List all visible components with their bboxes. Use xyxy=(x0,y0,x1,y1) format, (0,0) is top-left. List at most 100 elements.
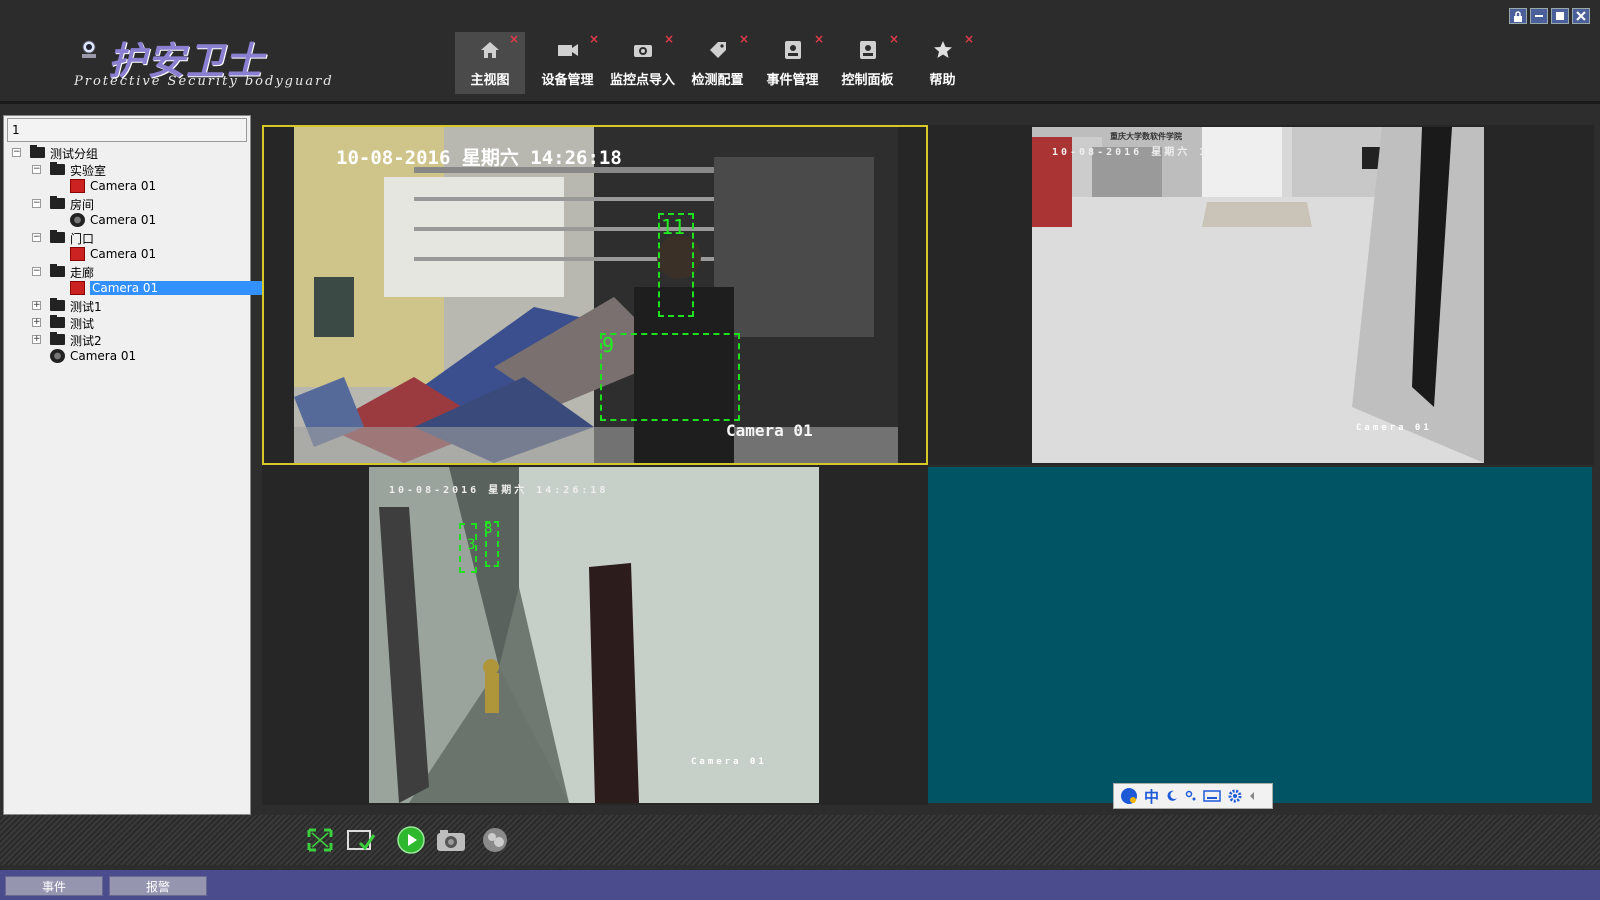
tree-camera-node[interactable]: Camera 01 xyxy=(4,280,270,297)
window-controls xyxy=(1509,8,1590,24)
tree-node-label: 测试 xyxy=(70,317,95,331)
detection-id: 3 xyxy=(467,537,476,553)
minimize-icon[interactable] xyxy=(1530,8,1548,24)
video-frame-balcony xyxy=(294,127,898,463)
keyboard-icon[interactable] xyxy=(1203,790,1221,802)
tool-main-view[interactable]: 主视图 × xyxy=(455,32,525,94)
tree-search-input[interactable] xyxy=(7,118,247,142)
folder-icon xyxy=(50,264,65,277)
tree-group-node[interactable]: + 测试1 xyxy=(4,297,250,314)
collapse-toggle-icon[interactable]: − xyxy=(32,233,41,242)
tool-help[interactable]: 帮助 × xyxy=(905,32,980,94)
tool-monitor-import[interactable]: 监控点导入 × xyxy=(605,32,680,94)
osd-timestamp: 10-08-2016 星期六 14:26:18 xyxy=(336,147,622,169)
tool-event-management[interactable]: 事件管理 × xyxy=(755,32,830,94)
tree-node-label: Camera 01 xyxy=(90,281,270,295)
tag-icon xyxy=(707,39,729,61)
tree-camera-node[interactable]: Camera 01 xyxy=(4,348,250,365)
collapse-toggle-icon[interactable]: − xyxy=(32,165,41,174)
scene-sign-text: 重庆大学数软件学院 xyxy=(1110,132,1182,141)
layout-check-icon[interactable] xyxy=(346,825,376,855)
settings-icon[interactable] xyxy=(1227,788,1243,804)
tree-group-node[interactable]: − 走廊 xyxy=(4,263,250,280)
folder-icon xyxy=(50,230,65,243)
video-feed-2: 10-08-2016 星期六 14:26:17 重庆大学数软件学院 Camera… xyxy=(1032,127,1484,463)
tree-node-label: 测试1 xyxy=(70,300,102,314)
ime-toolbar[interactable]: 中 xyxy=(1113,783,1273,809)
osd-camera-label: Camera 01 xyxy=(691,757,767,767)
folder-icon xyxy=(50,162,65,175)
tree-group-node[interactable]: + 测试2 xyxy=(4,331,250,348)
device-tree-panel: −测试分组−实验室Camera 01−房间Camera 01−门口Camera … xyxy=(3,115,270,815)
collapse-arrow-icon[interactable] xyxy=(1249,791,1255,801)
close-tab-icon[interactable]: × xyxy=(664,32,674,46)
tree-node-label: 走廊 xyxy=(70,266,95,280)
camera-import-icon xyxy=(632,39,654,61)
ime-mode-label[interactable]: 中 xyxy=(1144,786,1159,807)
folder-icon xyxy=(50,298,65,311)
tree-group-node[interactable]: − 房间 xyxy=(4,195,250,212)
osd-camera-label: Camera 01 xyxy=(726,421,813,440)
camera-icon xyxy=(70,281,85,295)
collapse-toggle-icon[interactable]: − xyxy=(12,148,21,157)
folder-icon xyxy=(50,332,65,345)
tab-events[interactable]: 事件 xyxy=(5,876,103,896)
close-tab-icon[interactable]: × xyxy=(889,32,899,46)
fullscreen-icon[interactable] xyxy=(305,825,335,855)
video-grid: 10-08-2016 星期六 14:26:18 Camera 01 11 9 1… xyxy=(262,125,1594,805)
tree-group-node[interactable]: − 测试分组 xyxy=(4,144,250,161)
snapshot-icon[interactable] xyxy=(436,825,466,855)
close-tab-icon[interactable]: × xyxy=(509,32,519,46)
expand-toggle-icon[interactable]: + xyxy=(32,335,41,344)
tree-camera-node[interactable]: Camera 01 xyxy=(4,212,250,229)
close-tab-icon[interactable]: × xyxy=(739,32,749,46)
tree-node-label: Camera 01 xyxy=(90,213,157,227)
maximize-icon[interactable] xyxy=(1551,8,1569,24)
tool-device-management[interactable]: 设备管理 × xyxy=(530,32,605,94)
punctuation-icon[interactable] xyxy=(1185,790,1197,802)
tree-group-node[interactable]: − 实验室 xyxy=(4,161,250,178)
close-icon[interactable] xyxy=(1572,8,1590,24)
video-pane-1[interactable]: 10-08-2016 星期六 14:26:18 Camera 01 11 9 xyxy=(262,125,928,465)
close-tab-icon[interactable]: × xyxy=(964,32,974,46)
play-icon[interactable] xyxy=(396,825,426,855)
logo-icon xyxy=(82,40,96,58)
tool-control-panel-label: 控制面板 xyxy=(841,73,894,88)
device-tree: − 测试分组 − 实验室 Camera 01− 房间 Camera 01− 门口 Camera … xyxy=(4,144,270,365)
ime-logo-icon xyxy=(1121,788,1137,804)
video-pane-3[interactable]: 10-08-2016 星期六 14:26:18 Camera 01 3 8 xyxy=(262,465,928,805)
osd-timestamp: 10-08-2016 星期六 14:26:17 xyxy=(1052,147,1272,158)
osd-timestamp: 10-08-2016 星期六 14:26:18 xyxy=(389,485,609,496)
collapse-toggle-icon[interactable]: − xyxy=(32,199,41,208)
detection-id: 11 xyxy=(661,215,686,239)
event-icon xyxy=(782,39,804,61)
lock-icon[interactable] xyxy=(1509,8,1527,24)
expand-toggle-icon[interactable]: + xyxy=(32,318,41,327)
collapse-toggle-icon[interactable]: − xyxy=(32,267,41,276)
detection-id: 9 xyxy=(602,333,615,357)
close-tab-icon[interactable]: × xyxy=(589,32,599,46)
video-feed-3: 10-08-2016 星期六 14:26:18 Camera 01 3 8 xyxy=(369,467,819,803)
video-feed-1: 10-08-2016 星期六 14:26:18 Camera 01 11 9 xyxy=(294,127,898,463)
bottom-status-bar: 事件 报警 xyxy=(0,870,1600,900)
expand-toggle-icon[interactable]: + xyxy=(32,301,41,310)
osd-camera-label: Camera 01 xyxy=(1356,423,1432,433)
tree-group-node[interactable]: + 测试 xyxy=(4,314,250,331)
tab-alarms[interactable]: 报警 xyxy=(109,876,207,896)
tree-node-label: 测试2 xyxy=(70,334,102,348)
close-tab-icon[interactable]: × xyxy=(814,32,824,46)
video-frame-corridor xyxy=(369,467,819,803)
folder-icon xyxy=(50,315,65,328)
folder-icon xyxy=(30,145,45,158)
moon-icon[interactable] xyxy=(1165,789,1179,803)
tool-control-panel[interactable]: 控制面板 × xyxy=(830,32,905,94)
tree-camera-node[interactable]: Camera 01 xyxy=(4,246,250,263)
tree-camera-node[interactable]: Camera 01 xyxy=(4,178,250,195)
camera-icon xyxy=(70,179,85,193)
app-logo: 护安卫士 Protective Security bodyguard xyxy=(72,30,332,96)
record-icon[interactable] xyxy=(480,825,510,855)
tree-group-node[interactable]: − 门口 xyxy=(4,229,250,246)
tool-detection-config[interactable]: 检测配置 × xyxy=(680,32,755,94)
video-pane-4-empty[interactable] xyxy=(928,467,1592,803)
video-pane-2[interactable]: 10-08-2016 星期六 14:26:17 重庆大学数软件学院 Camera… xyxy=(928,125,1594,465)
